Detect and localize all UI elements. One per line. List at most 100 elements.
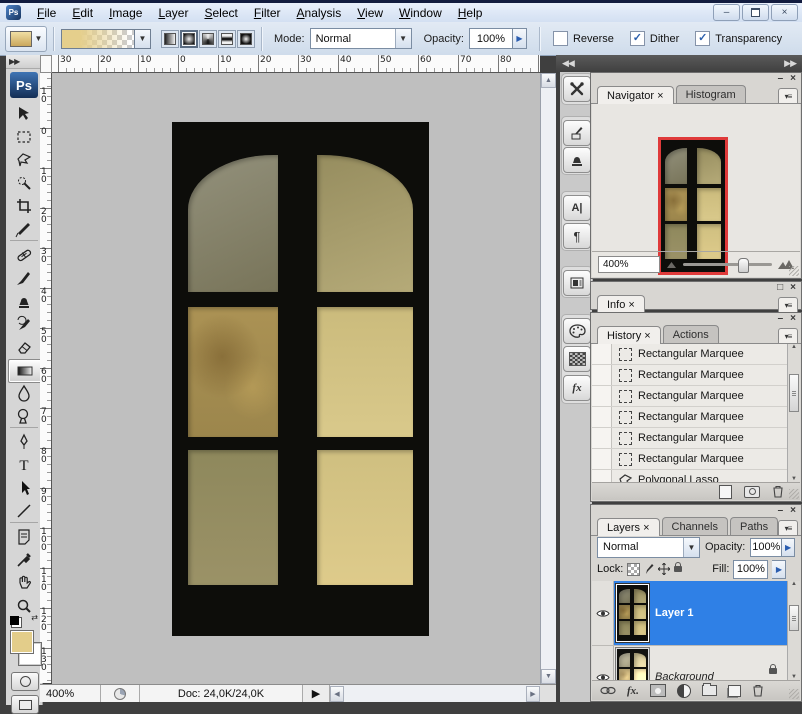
default-swap-colors[interactable]: ⇄ (10, 615, 38, 627)
clone-source-panel-button[interactable] (563, 147, 591, 173)
color-panel-button[interactable] (563, 318, 591, 344)
history-state-row[interactable]: Rectangular Marquee (592, 344, 787, 365)
history-source-checkbox[interactable] (592, 407, 612, 427)
panel-menu-icon[interactable]: ▾≡ (778, 297, 798, 313)
layer-comps-panel-button[interactable] (563, 270, 591, 296)
crop-tool[interactable] (8, 195, 40, 217)
tab-layers[interactable]: Layers × (597, 518, 660, 536)
gradient-editor-well[interactable]: ▼ (61, 29, 151, 49)
history-state-row[interactable]: Rectangular Marquee (592, 428, 787, 449)
ruler-corner[interactable] (40, 55, 52, 73)
tool-preset-picker[interactable]: ▼ (5, 26, 47, 52)
pen-tool[interactable] (8, 431, 40, 453)
tab-histogram[interactable]: Histogram (676, 85, 746, 103)
layer-style-button[interactable]: fx. (627, 685, 639, 697)
history-source-checkbox[interactable] (592, 428, 612, 448)
layers-opacity-slider-button[interactable]: ▶ (782, 538, 795, 557)
tab-actions[interactable]: Actions (663, 325, 719, 343)
blur-tool[interactable] (8, 382, 40, 404)
history-source-checkbox[interactable] (592, 365, 612, 385)
dither-checkbox[interactable]: Dither (630, 31, 679, 46)
menu-item[interactable]: File (29, 5, 64, 21)
brush-tool[interactable] (8, 267, 40, 289)
menu-item[interactable]: Layer (150, 5, 196, 21)
lock-all-icon[interactable] (674, 566, 682, 572)
panel-menu-icon[interactable]: ▾≡ (778, 328, 798, 344)
layer1-thumbnail[interactable] (616, 584, 649, 642)
slice-tool[interactable] (8, 218, 40, 240)
clone-stamp-tool[interactable] (8, 290, 40, 312)
dodge-tool[interactable] (8, 405, 40, 427)
panel-menu-icon[interactable]: ▾≡ (778, 88, 798, 104)
dock-collapse-right[interactable]: ▶▶ (784, 58, 796, 69)
history-state-row[interactable]: Rectangular Marquee (592, 449, 787, 470)
quick-mask-button[interactable] (11, 672, 39, 691)
vertical-scrollbar[interactable]: ▲ ▼ (540, 73, 556, 684)
menu-item[interactable]: Select (196, 5, 245, 21)
scrollbar-thumb[interactable] (789, 605, 799, 631)
tab-navigator[interactable]: Navigator × (597, 86, 674, 104)
document-image-window[interactable] (172, 122, 429, 636)
toolbox-collapse-header[interactable]: ▶▶ (6, 55, 42, 69)
styles-panel-button[interactable]: fx (563, 375, 591, 401)
history-source-checkbox[interactable] (592, 449, 612, 469)
opacity-slider-button[interactable]: ▶ (513, 28, 527, 49)
character-panel-button[interactable]: A| (563, 195, 591, 221)
navigator-zoom-input[interactable]: 400% (598, 256, 660, 273)
layer-row-layer1[interactable]: Layer 1 (592, 581, 787, 646)
scroll-right-arrow[interactable]: ▶ (526, 686, 540, 702)
scroll-up-arrow[interactable]: ▲ (788, 581, 800, 587)
eyedropper-tool[interactable] (8, 549, 40, 571)
panel-minimize-icon[interactable]: – (778, 506, 784, 516)
angle-gradient-button[interactable] (199, 30, 217, 48)
move-tool[interactable] (8, 103, 40, 125)
tab-history[interactable]: History × (597, 326, 661, 344)
eraser-tool[interactable] (8, 336, 40, 358)
transparency-checkbox[interactable]: Transparency (695, 31, 782, 46)
background-layer-name[interactable]: Background (655, 671, 714, 680)
history-scrollbar[interactable]: ▲ ▼ (787, 344, 800, 482)
opacity-input[interactable]: 100% (469, 28, 513, 49)
notes-tool[interactable] (8, 526, 40, 548)
path-selection-tool[interactable] (8, 477, 40, 499)
status-icon-field[interactable] (101, 685, 140, 702)
history-state-row[interactable]: Polygonal Lasso (592, 470, 787, 482)
zoom-slider-thumb[interactable] (738, 258, 749, 273)
tab-info[interactable]: Info × (597, 295, 645, 313)
panel-minimize-icon[interactable]: – (778, 314, 784, 324)
panel-close-icon[interactable]: × (790, 283, 796, 293)
scroll-up-arrow[interactable]: ▲ (541, 73, 556, 88)
healing-brush-tool[interactable] (8, 244, 40, 266)
radial-gradient-button[interactable] (180, 30, 198, 48)
fill-input[interactable]: 100% (733, 560, 768, 579)
gradient-tool[interactable] (8, 359, 42, 383)
reflected-gradient-button[interactable] (218, 30, 236, 48)
horizontal-ruler[interactable]: 3020100102030405060708090 (52, 55, 540, 73)
reverse-checkbox[interactable]: Reverse (553, 31, 614, 46)
panel-resize-grip[interactable] (789, 689, 799, 699)
zoom-out-icon[interactable] (666, 260, 677, 269)
menu-item[interactable]: Analysis (289, 5, 350, 21)
diamond-gradient-button[interactable] (237, 30, 255, 48)
panel-restore-icon[interactable]: □ (777, 283, 783, 293)
menu-item[interactable]: View (349, 5, 391, 21)
scroll-left-arrow[interactable]: ◀ (330, 686, 344, 702)
lock-transparency-icon[interactable] (627, 563, 640, 576)
mode-dropdown[interactable]: Normal ▼ (310, 28, 412, 49)
panel-close-icon[interactable]: × (790, 506, 796, 516)
add-layer-mask-button[interactable] (650, 684, 666, 697)
fill-slider-button[interactable]: ▶ (772, 560, 786, 579)
layer-row-background[interactable]: Background (592, 646, 787, 680)
background-thumbnail[interactable] (616, 648, 649, 680)
navigator-zoom-slider[interactable] (683, 263, 772, 266)
horizontal-scrollbar[interactable]: ◀ ▶ (330, 685, 540, 702)
lasso-tool[interactable] (8, 149, 40, 171)
history-state-row[interactable]: Rectangular Marquee (592, 407, 787, 428)
layers-opacity-input[interactable]: 100% (750, 538, 782, 557)
linear-gradient-button[interactable] (161, 30, 179, 48)
menu-item[interactable]: Help (450, 5, 491, 21)
lock-position-icon[interactable] (658, 563, 670, 575)
menu-item[interactable]: Edit (64, 5, 101, 21)
history-source-checkbox[interactable] (592, 386, 612, 406)
blend-mode-dropdown[interactable]: Normal ▼ (597, 537, 700, 558)
